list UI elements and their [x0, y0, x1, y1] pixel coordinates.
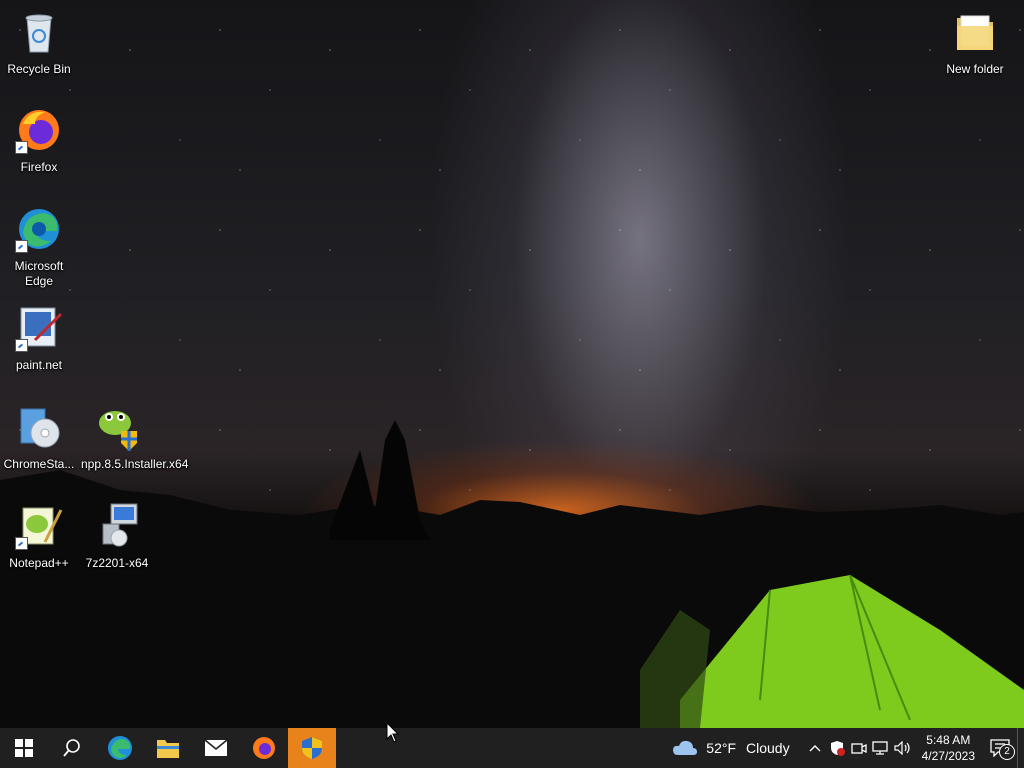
action-center-button[interactable]: 2: [983, 728, 1017, 768]
installer-disc-glyph: [20, 408, 60, 448]
7zip-installer-glyph: [102, 503, 138, 547]
search-icon: [63, 739, 80, 757]
notification-count-badge: 2: [999, 744, 1015, 760]
notepadpp-label: Notepad++: [9, 556, 69, 570]
new-folder-desktop-icon[interactable]: New folder: [939, 8, 1011, 77]
search-button[interactable]: [48, 728, 96, 768]
network-button[interactable]: [870, 728, 892, 768]
windows-logo-icon: [15, 739, 33, 757]
notepadpp-desktop-icon[interactable]: Notepad++: [3, 502, 75, 571]
recycle-bin-glyph: [25, 14, 53, 53]
weather-temperature: 52°F: [706, 740, 737, 756]
shortcut-arrow-icon: [15, 537, 28, 550]
recycle-bin-label: Recycle Bin: [7, 62, 71, 76]
taskbar-security-button[interactable]: [288, 728, 336, 768]
shortcut-arrow-icon: [15, 141, 28, 154]
chromesetup-label: ChromeSta...: [3, 457, 75, 471]
cloud-icon: [673, 740, 698, 755]
show-desktop-button[interactable]: [1017, 728, 1024, 768]
weather-condition: Cloudy: [746, 740, 790, 756]
camera-icon: [850, 743, 867, 754]
security-warning-icon: [830, 741, 845, 756]
taskbar-firefox-button[interactable]: [240, 728, 288, 768]
shortcut-arrow-icon: [15, 240, 28, 253]
edge-icon: [108, 736, 132, 760]
folder-glyph: [957, 15, 993, 50]
paintnet-label: paint.net: [15, 358, 63, 372]
taskbar-file-explorer-button[interactable]: [144, 728, 192, 768]
desktop[interactable]: Recycle Bin Firefox Microsoft Edge paint…: [0, 0, 1024, 728]
7zip-installer-label: 7z2201-x64: [85, 556, 149, 570]
weather-widget[interactable]: 52°F Cloudy: [664, 739, 797, 757]
recycle-bin-icon[interactable]: Recycle Bin: [3, 8, 75, 77]
firefox-icon: [253, 737, 275, 759]
speaker-icon: [894, 741, 910, 755]
npp-installer-desktop-icon[interactable]: npp.8.5.Installer.x64: [81, 403, 189, 472]
network-icon: [871, 741, 888, 755]
clock-date: 4/27/2023: [921, 749, 975, 763]
clock[interactable]: 5:48 AM 4/27/2023: [914, 732, 983, 764]
security-shield-icon: [302, 737, 322, 759]
show-hidden-icons-button[interactable]: [804, 728, 826, 768]
start-button[interactable]: [0, 728, 48, 768]
mouse-cursor-icon: [386, 722, 400, 743]
chevron-up-icon: [809, 745, 821, 752]
volume-button[interactable]: [892, 728, 914, 768]
glowing-tent: [640, 574, 1024, 728]
edge-desktop-icon[interactable]: Microsoft Edge: [3, 205, 75, 289]
taskbar: 52°F Cloudy 5:48 AM 4/27/2023 2: [0, 728, 1024, 768]
7zip-installer-desktop-icon[interactable]: 7z2201-x64: [81, 502, 153, 571]
npp-chameleon-glyph: [99, 411, 137, 451]
npp-installer-label: npp.8.5.Installer.x64: [81, 457, 189, 471]
new-folder-label: New folder: [946, 62, 1004, 76]
paintnet-desktop-icon[interactable]: paint.net: [3, 304, 75, 373]
firefox-label: Firefox: [20, 160, 58, 174]
taskbar-mail-button[interactable]: [192, 728, 240, 768]
firefox-desktop-icon[interactable]: Firefox: [3, 106, 75, 175]
mail-icon: [204, 739, 228, 756]
shortcut-arrow-icon: [15, 339, 28, 352]
security-tray-button[interactable]: [826, 728, 848, 768]
edge-label: Microsoft Edge: [14, 259, 64, 288]
file-explorer-icon: [157, 740, 179, 758]
meet-now-button[interactable]: [848, 728, 870, 768]
system-tray: 52°F Cloudy 5:48 AM 4/27/2023 2: [664, 728, 1024, 768]
chromesetup-desktop-icon[interactable]: ChromeSta...: [3, 403, 75, 472]
clock-time: 5:48 AM: [926, 733, 971, 747]
taskbar-edge-button[interactable]: [96, 728, 144, 768]
